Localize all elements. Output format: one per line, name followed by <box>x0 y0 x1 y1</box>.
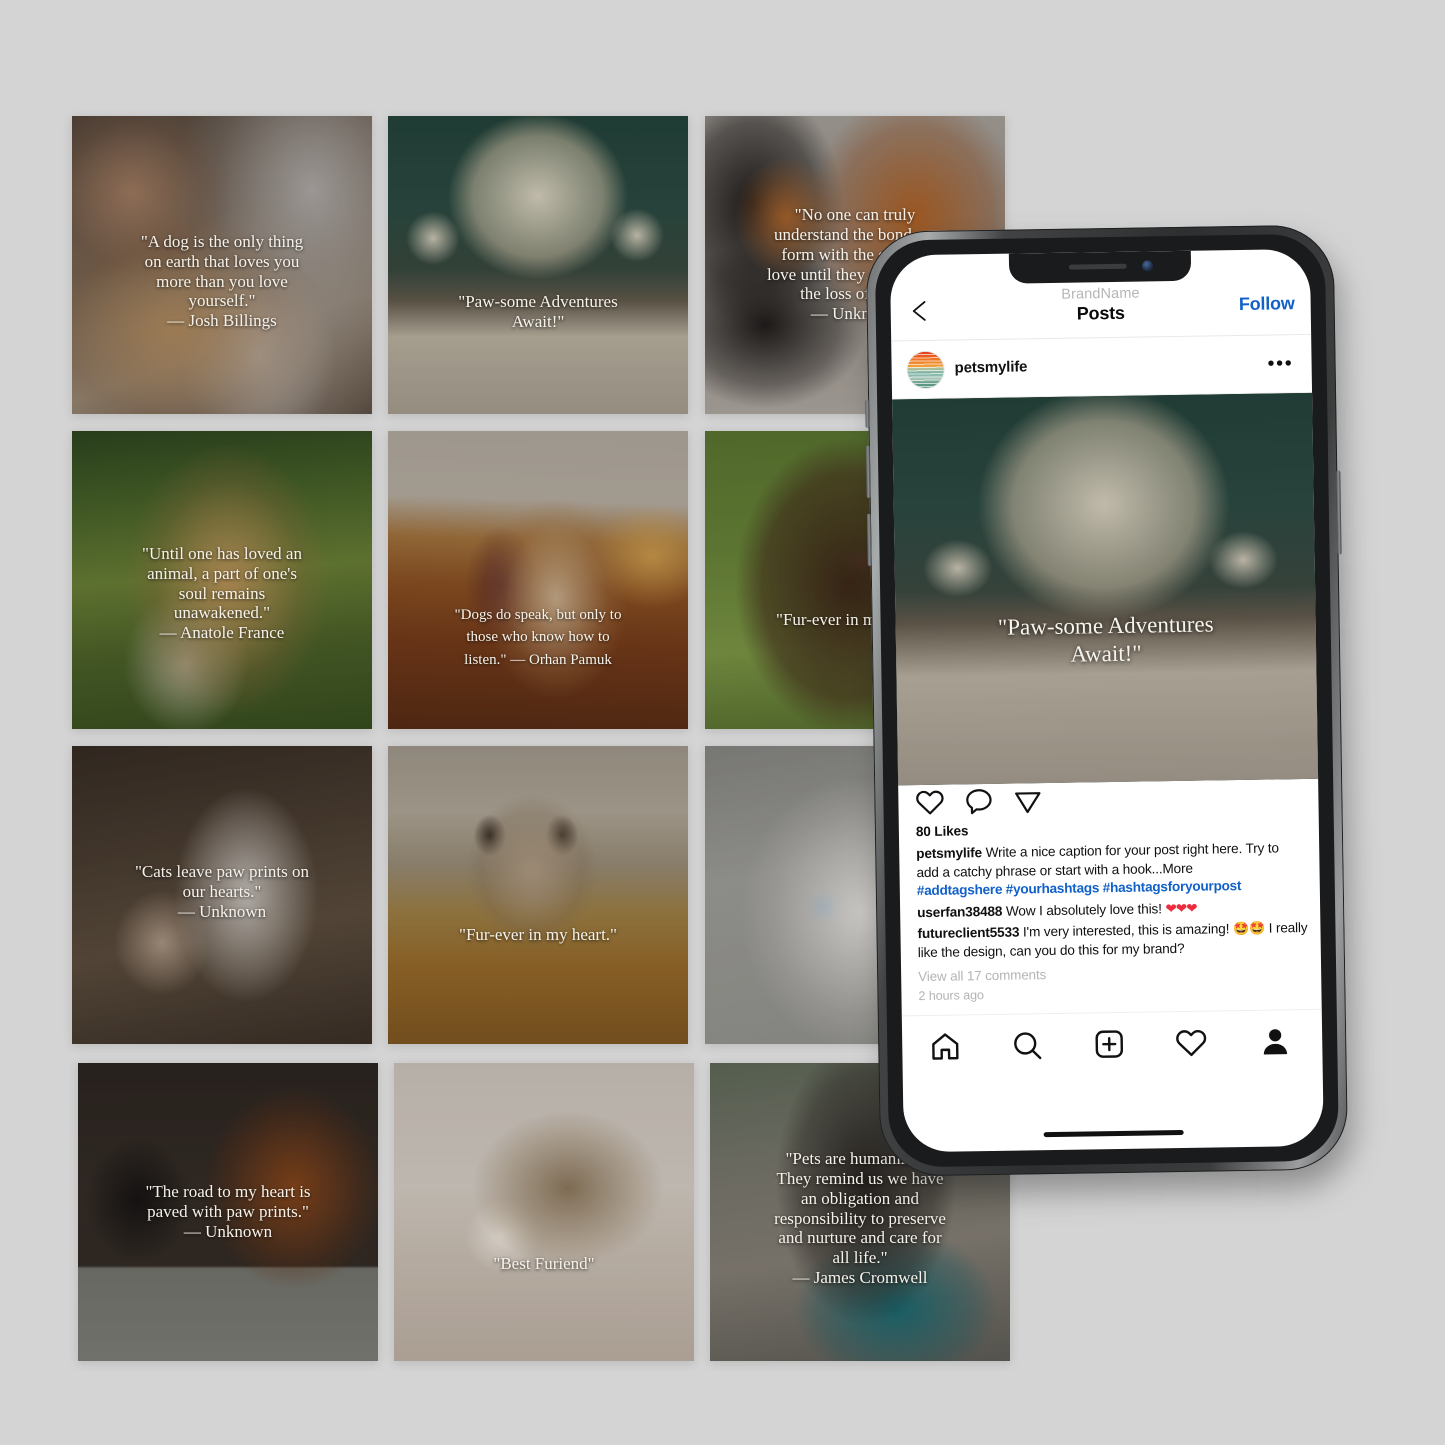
phone-bezel: BrandName Posts Follow petsmylife ••• "P… <box>874 233 1340 1168</box>
tile-quote: "Fur-ever in my heart." <box>459 924 617 944</box>
home-indicator[interactable] <box>1043 1129 1184 1138</box>
post-overlay <box>892 392 1319 786</box>
post-actions <box>898 779 1319 826</box>
tile-quote: "Dogs do speak, but only to those who kn… <box>454 606 622 668</box>
heart-icon[interactable] <box>1174 1026 1209 1061</box>
comment-text: I'm very interested, this is amazing! <box>1022 921 1230 940</box>
grid-tile[interactable]: "Best Furiend" <box>394 1063 694 1361</box>
comment-author[interactable]: userfan38488 <box>917 904 1002 920</box>
tile-quote: "Paw-some Adventures Await!" <box>458 291 618 331</box>
avatar[interactable] <box>907 351 944 389</box>
grid-tile[interactable]: "Until one has loved an animal, a part o… <box>72 431 372 729</box>
canvas: "A dog is the only thing on earth that l… <box>0 0 1445 1445</box>
grid-tile[interactable]: "Dogs do speak, but only to those who kn… <box>388 431 688 729</box>
tile-quote: "Best Furiend" <box>493 1253 595 1273</box>
phone-screen: BrandName Posts Follow petsmylife ••• "P… <box>889 248 1324 1153</box>
phone-notch <box>1008 250 1192 284</box>
comment: futureclient5533 I'm very interested, th… <box>917 918 1309 963</box>
tile-overlay <box>388 746 688 1044</box>
follow-button[interactable]: Follow <box>1239 293 1295 315</box>
volume-up-button[interactable] <box>865 445 871 498</box>
front-camera-icon <box>1141 260 1154 272</box>
heart-icon[interactable] <box>914 787 945 818</box>
speech-bubble-icon[interactable] <box>963 786 994 817</box>
paper-plane-icon[interactable] <box>1012 785 1043 816</box>
home-icon[interactable] <box>928 1029 963 1064</box>
post-overlay-text: "Paw-some Adventures Await!" <box>997 611 1214 667</box>
search-icon[interactable] <box>1010 1028 1045 1063</box>
grid-tile[interactable]: "Paw-some Adventures Await!" <box>388 116 688 414</box>
tile-overlay <box>388 116 688 414</box>
grid-tile[interactable]: "A dog is the only thing on earth that l… <box>72 116 372 414</box>
bottom-nav <box>901 1008 1323 1088</box>
tile-quote: "Until one has loved an animal, a part o… <box>142 544 302 643</box>
caption-author[interactable]: petsmylife <box>916 845 982 861</box>
tile-quote: "Cats leave paw prints on our hearts." —… <box>134 862 310 921</box>
tile-quote: "The road to my heart is paved with paw … <box>145 1182 311 1241</box>
grid-tile[interactable]: "Fur-ever in my heart." <box>388 746 688 1044</box>
earpiece-speaker <box>1068 263 1127 270</box>
phone-mockup: BrandName Posts Follow petsmylife ••• "P… <box>865 224 1363 1195</box>
person-icon[interactable] <box>1258 1024 1293 1059</box>
volume-down-button[interactable] <box>866 513 872 566</box>
tile-quote: "A dog is the only thing on earth that l… <box>140 232 304 331</box>
comment-text: Wow I absolutely love this! <box>1005 901 1162 919</box>
comment-author[interactable]: futureclient5533 <box>917 925 1019 942</box>
likes-count: 80 Likes <box>915 823 969 840</box>
post-image[interactable]: "Paw-some Adventures Await!" <box>892 392 1319 786</box>
phone-frame: BrandName Posts Follow petsmylife ••• "P… <box>865 224 1349 1177</box>
star-struck-emoji: 🤩🤩 <box>1232 920 1266 937</box>
mute-switch[interactable] <box>865 399 870 428</box>
timestamp: 2 hours ago <box>918 988 985 1004</box>
tile-overlay <box>394 1063 694 1361</box>
post-header: petsmylife ••• <box>891 334 1313 400</box>
grid-tile[interactable]: "The road to my heart is paved with paw … <box>78 1063 378 1361</box>
tile-overlay <box>388 431 688 729</box>
heart-emoji: ❤❤❤ <box>1165 900 1197 917</box>
post-username[interactable]: petsmylife <box>954 358 1027 376</box>
grid-tile[interactable]: "Cats leave paw prints on our hearts." —… <box>72 746 372 1044</box>
plus-box-icon[interactable] <box>1092 1027 1127 1062</box>
app-header: BrandName Posts Follow <box>890 278 1312 342</box>
ellipsis-icon[interactable]: ••• <box>1267 353 1293 374</box>
view-all-comments[interactable]: View all 17 comments <box>918 967 1046 984</box>
post-caption: petsmylife Write a nice caption for your… <box>916 838 1305 883</box>
avatar-stripes <box>907 351 944 389</box>
